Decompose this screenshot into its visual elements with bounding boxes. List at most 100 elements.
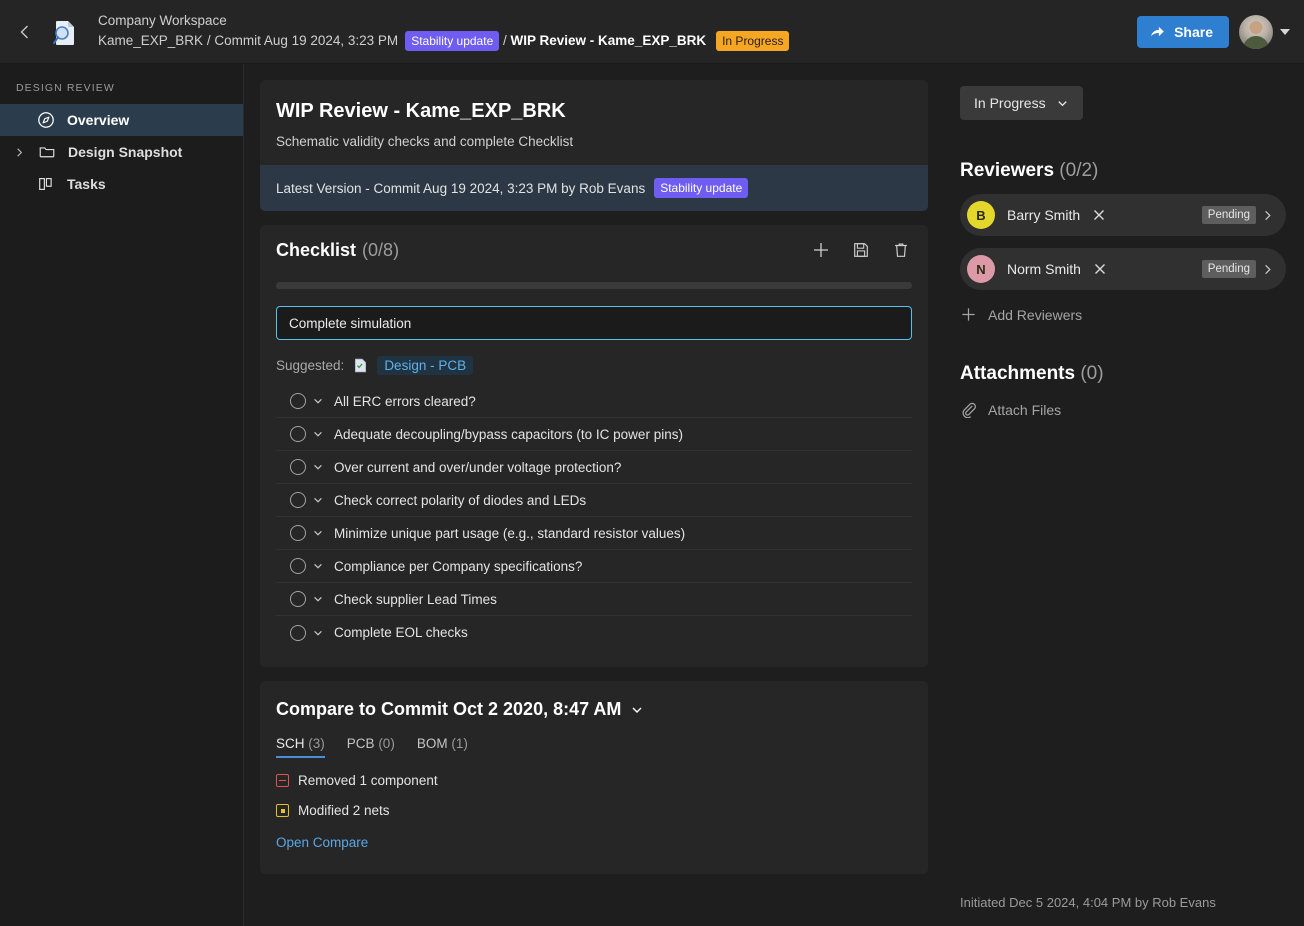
open-compare-link[interactable]: Open Compare (276, 835, 368, 850)
checklist-item[interactable]: Adequate decoupling/bypass capacitors (t… (276, 418, 912, 451)
workspace-name: Company Workspace (98, 12, 789, 30)
checklist-item-checkbox[interactable] (290, 426, 306, 442)
compare-tab-bom[interactable]: BOM (1) (417, 736, 468, 758)
modified-icon (276, 804, 289, 817)
chevron-down-icon[interactable] (306, 428, 330, 440)
checklist-item-label: Check supplier Lead Times (334, 592, 497, 607)
compass-icon (36, 110, 56, 130)
checklist-item-checkbox[interactable] (290, 625, 306, 641)
reviewer-row[interactable]: NNorm SmithPending (960, 248, 1286, 290)
checklist-item[interactable]: Check correct polarity of diodes and LED… (276, 484, 912, 517)
sidebar-item-overview[interactable]: Overview (0, 104, 243, 136)
checklist-item-checkbox[interactable] (290, 393, 306, 409)
chevron-down-icon[interactable] (306, 395, 330, 407)
main-content: WIP Review - Kame_EXP_BRK Schematic vali… (244, 64, 944, 926)
compare-tab-label: BOM (417, 736, 448, 751)
page-body: DESIGN REVIEW Overview Design Snapshot T… (0, 64, 1304, 926)
chevron-down-icon[interactable] (306, 627, 330, 639)
top-bar: Company Workspace Kame_EXP_BRK / Commit … (0, 0, 1304, 64)
status-dropdown[interactable]: In Progress (960, 86, 1083, 120)
checklist-item-label: All ERC errors cleared? (334, 394, 476, 409)
reviewer-row[interactable]: BBarry SmithPending (960, 194, 1286, 236)
back-button[interactable] (10, 17, 40, 47)
share-button[interactable]: Share (1137, 16, 1229, 48)
reviewers-title-text: Reviewers (960, 160, 1054, 181)
checklist-item-checkbox[interactable] (290, 492, 306, 508)
breadcrumb-project[interactable]: Kame_EXP_BRK (98, 32, 203, 50)
reviewers-list: BBarry SmithPendingNNorm SmithPending (960, 182, 1286, 290)
review-subtitle: Schematic validity checks and complete C… (276, 134, 910, 149)
document-check-icon (352, 357, 369, 374)
chevron-down-icon[interactable] (306, 494, 330, 506)
sidebar-item-design-snapshot[interactable]: Design Snapshot (0, 136, 243, 168)
checklist-item[interactable]: Over current and over/under voltage prot… (276, 451, 912, 484)
chevron-left-icon (17, 24, 33, 40)
checklist-item[interactable]: Minimize unique part usage (e.g., standa… (276, 517, 912, 550)
compare-title-text: Compare to Commit Oct 2 2020, 8:47 AM (276, 699, 621, 720)
checklist-item-checkbox[interactable] (290, 558, 306, 574)
review-header-card: WIP Review - Kame_EXP_BRK Schematic vali… (260, 80, 928, 211)
compare-tab-label: PCB (347, 736, 375, 751)
checklist-item-label: Over current and over/under voltage prot… (334, 460, 621, 475)
trash-icon[interactable] (890, 239, 912, 261)
reviewers-count: (0/2) (1059, 160, 1098, 181)
compare-tab-pcb[interactable]: PCB (0) (347, 736, 395, 758)
chevron-down-icon[interactable] (306, 527, 330, 539)
chevron-down-icon[interactable] (630, 703, 644, 717)
checklist-item-label: Check correct polarity of diodes and LED… (334, 493, 586, 508)
suggested-label: Suggested: (276, 358, 344, 373)
version-tag-badge: Stability update (654, 178, 748, 198)
compare-diff-row: Removed 1 component (276, 773, 912, 788)
remove-reviewer-icon[interactable] (1092, 261, 1108, 277)
page-title: WIP Review - Kame_EXP_BRK (276, 100, 910, 123)
chevron-right-icon[interactable] (1256, 263, 1278, 276)
add-reviewers-button[interactable]: Add Reviewers (960, 306, 1286, 323)
compare-diff-label: Removed 1 component (298, 773, 438, 788)
plus-icon[interactable] (810, 239, 832, 261)
attachments-section-title: Attachments (0) (960, 363, 1286, 385)
attach-files-label: Attach Files (988, 402, 1061, 418)
compare-diffs: Removed 1 component Modified 2 nets (276, 773, 912, 818)
user-menu[interactable] (1239, 15, 1290, 49)
chevron-down-icon[interactable] (306, 461, 330, 473)
reviewer-avatar: N (967, 255, 995, 283)
checklist-new-item-input[interactable] (276, 306, 912, 340)
breadcrumb-commit[interactable]: Commit Aug 19 2024, 3:23 PM (214, 32, 398, 50)
checklist-item[interactable]: All ERC errors cleared? (276, 385, 912, 418)
compare-tab-count: (3) (308, 736, 325, 751)
checklist-item-checkbox[interactable] (290, 525, 306, 541)
plus-icon (960, 306, 977, 323)
checklist-item[interactable]: Complete EOL checks (276, 616, 912, 649)
checklist-item-label: Compliance per Company specifications? (334, 559, 582, 574)
chevron-down-icon[interactable] (306, 593, 330, 605)
compare-title[interactable]: Compare to Commit Oct 2 2020, 8:47 AM (276, 699, 912, 720)
review-status-badge: In Progress (716, 31, 789, 51)
compare-tab-sch[interactable]: SCH (3) (276, 736, 325, 758)
checklist-item[interactable]: Compliance per Company specifications? (276, 550, 912, 583)
breadcrumb-separator-2: / (499, 32, 510, 50)
breadcrumb: Company Workspace Kame_EXP_BRK / Commit … (98, 12, 789, 50)
suggested-chip[interactable]: Design - PCB (377, 356, 473, 375)
checklist-item-checkbox[interactable] (290, 459, 306, 475)
sidebar-item-tasks[interactable]: Tasks (0, 168, 243, 200)
sidebar: DESIGN REVIEW Overview Design Snapshot T… (0, 64, 244, 926)
chevron-down-icon[interactable] (306, 560, 330, 572)
checklist-item[interactable]: Check supplier Lead Times (276, 583, 912, 616)
chevron-right-icon[interactable] (12, 147, 26, 158)
reviewer-avatar: B (967, 201, 995, 229)
reviewer-name: Norm Smith (1007, 261, 1081, 277)
add-reviewers-label: Add Reviewers (988, 307, 1082, 323)
checklist-item-label: Complete EOL checks (334, 625, 468, 640)
save-floppy-icon[interactable] (850, 239, 872, 261)
latest-version-text: Latest Version - Commit Aug 19 2024, 3:2… (276, 181, 645, 196)
chevron-right-icon[interactable] (1256, 209, 1278, 222)
checklist-card: Checklist (0/8) (260, 225, 928, 667)
compare-diff-row: Modified 2 nets (276, 803, 912, 818)
remove-reviewer-icon[interactable] (1091, 207, 1107, 223)
checklist-item-checkbox[interactable] (290, 591, 306, 607)
attach-files-button[interactable]: Attach Files (960, 401, 1286, 418)
compare-tab-label: SCH (276, 736, 305, 751)
latest-version-bar[interactable]: Latest Version - Commit Aug 19 2024, 3:2… (260, 165, 928, 211)
sidebar-item-label: Design Snapshot (68, 144, 182, 160)
suggested-row: Suggested: Design - PCB (276, 356, 912, 375)
